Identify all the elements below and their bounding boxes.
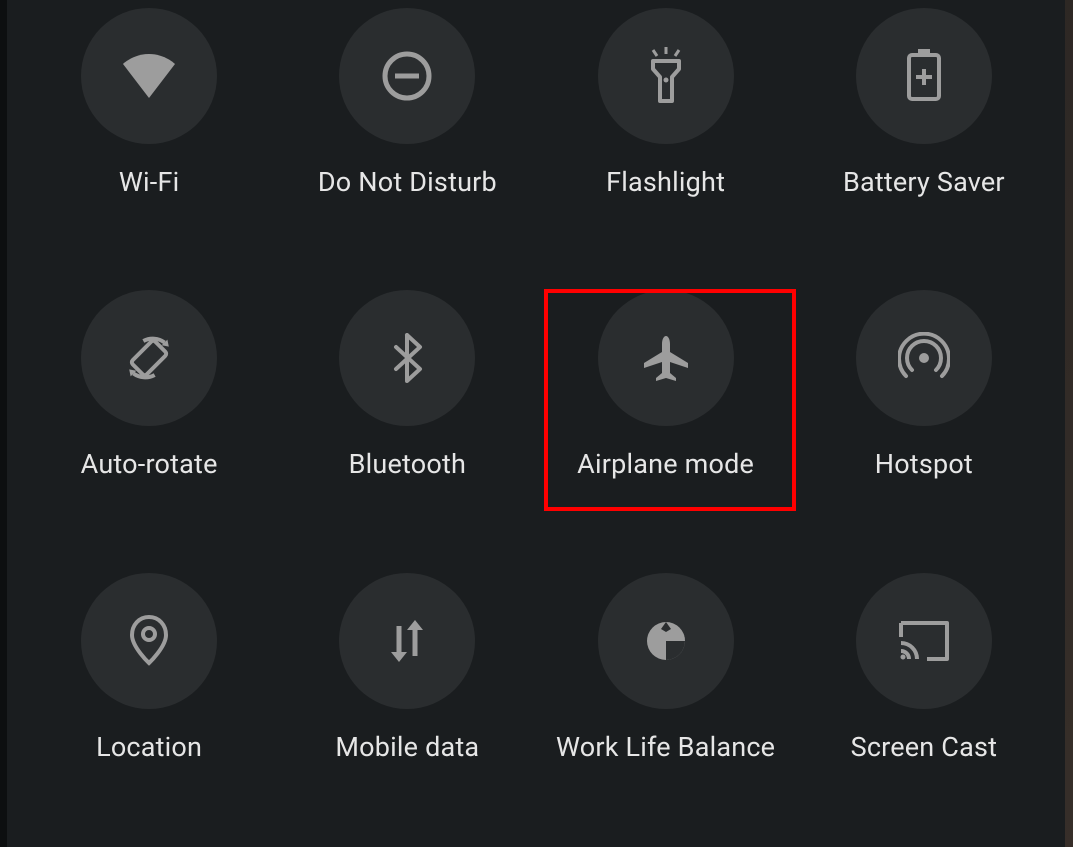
tile-dnd-button[interactable] [339,8,475,144]
tile-dnd-label: Do Not Disturb [318,166,497,198]
tile-bluetooth[interactable]: Bluetooth [278,282,536,564]
location-icon [129,615,169,667]
tile-mobile-data-button[interactable] [339,573,475,709]
right-edge-decoration [1065,0,1073,847]
tile-auto-rotate[interactable]: Auto-rotate [20,282,278,564]
bluetooth-icon [390,333,424,383]
tile-bluetooth-button[interactable] [339,290,475,426]
airplane-icon [641,333,691,383]
hotspot-icon [898,332,950,384]
tile-airplane-label: Airplane mode [577,448,754,480]
tile-auto-rotate-button[interactable] [81,290,217,426]
tile-battery-saver-button[interactable] [856,8,992,144]
screen-cast-icon [897,619,951,663]
tile-wifi-button[interactable] [81,8,217,144]
tiles-grid: Wi-Fi Do Not Disturb Flas [0,0,1073,847]
tile-flashlight[interactable]: Flashlight [537,0,795,282]
tile-mobile-data[interactable]: Mobile data [278,565,536,847]
wifi-icon [121,54,177,98]
tile-flashlight-button[interactable] [598,8,734,144]
tile-dnd[interactable]: Do Not Disturb [278,0,536,282]
tile-wifi-label: Wi-Fi [119,166,179,198]
tile-mobile-data-label: Mobile data [335,731,479,763]
tile-screen-cast-button[interactable] [856,573,992,709]
tile-battery-saver[interactable]: Battery Saver [795,0,1053,282]
tile-flashlight-label: Flashlight [606,166,725,198]
quick-settings-panel: Wi-Fi Do Not Disturb Flas [0,0,1073,847]
auto-rotate-icon [121,330,177,386]
flashlight-icon [643,47,689,105]
tile-location-button[interactable] [81,573,217,709]
tile-battery-saver-label: Battery Saver [843,166,1005,198]
tile-screen-cast[interactable]: Screen Cast [795,565,1053,847]
dnd-icon [381,50,433,102]
tile-work-life-label: Work Life Balance [556,731,775,763]
left-edge-decoration [0,0,7,847]
battery-saver-icon [905,49,943,103]
tile-bluetooth-label: Bluetooth [349,448,466,480]
tile-work-life-button[interactable] [598,573,734,709]
tile-airplane[interactable]: Airplane mode [537,282,795,564]
tile-airplane-button[interactable] [598,290,734,426]
tile-wifi[interactable]: Wi-Fi [20,0,278,282]
tile-auto-rotate-label: Auto-rotate [81,448,218,480]
tile-work-life[interactable]: Work Life Balance [537,565,795,847]
tile-hotspot-button[interactable] [856,290,992,426]
tile-screen-cast-label: Screen Cast [851,731,998,763]
tile-hotspot-label: Hotspot [875,448,973,480]
work-life-icon [644,619,688,663]
tile-hotspot[interactable]: Hotspot [795,282,1053,564]
mobile-data-icon [385,618,429,664]
tile-location-label: Location [96,731,202,763]
tile-location[interactable]: Location [20,565,278,847]
